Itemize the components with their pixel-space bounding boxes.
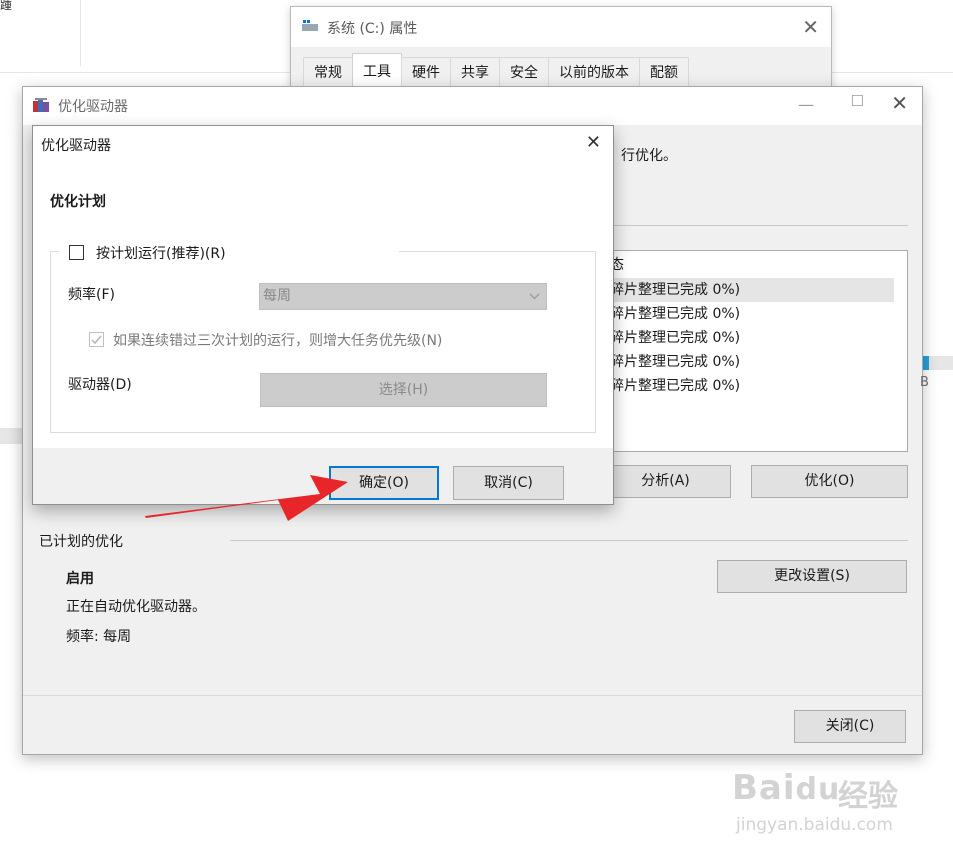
drives-status-list[interactable]: 态 碎片整理已完成 0%) 碎片整理已完成 0%) 碎片整理已完成 0%) 碎片… — [603, 250, 908, 452]
list-header: 态 — [610, 257, 624, 273]
run-on-schedule-checkbox[interactable] — [69, 245, 84, 260]
watermark-url: jingyan.baidu.com — [736, 815, 893, 835]
change-settings-button[interactable]: 更改设置(S) — [717, 560, 907, 593]
maximize-icon[interactable]: ☐ — [851, 92, 864, 110]
properties-title: 系统 (C:) 属性 — [327, 21, 418, 37]
tab-tools[interactable]: 工具 — [352, 53, 402, 89]
properties-tabs: 常规 工具 硬件 共享 安全 以前的版本 配额 — [303, 53, 689, 89]
tab-general[interactable]: 常规 — [303, 57, 353, 89]
bg-text-fragment: 踵 — [0, 0, 13, 12]
close-icon[interactable]: ✕ — [586, 132, 601, 153]
cancel-button[interactable]: 取消(C) — [453, 466, 564, 500]
scheduled-divider — [230, 540, 908, 541]
properties-window: 系统 (C:) 属性 ✕ 常规 工具 硬件 共享 安全 以前的版本 配额 — [290, 6, 832, 96]
properties-titlebar: 系统 (C:) 属性 ✕ — [291, 7, 831, 47]
tab-sharing[interactable]: 共享 — [450, 57, 500, 89]
watermark-logo: Baidu — [732, 768, 841, 808]
bg-progress-fill — [923, 356, 929, 370]
tab-security[interactable]: 安全 — [499, 57, 549, 89]
dialog-title: 优化驱动器 — [41, 138, 111, 154]
chevron-down-icon — [529, 293, 540, 300]
watermark-brand-cn: 经验 — [838, 779, 898, 814]
section-heading: 优化计划 — [50, 194, 106, 210]
footer-divider — [23, 695, 922, 696]
run-on-schedule-label: 按计划运行(推荐)(R) — [96, 246, 226, 262]
list-item[interactable]: 碎片整理已完成 0%) — [604, 326, 894, 350]
minimize-icon[interactable]: — — [798, 95, 814, 114]
list-item[interactable]: 碎片整理已完成 0%) — [604, 374, 894, 398]
frequency-label: 频率(F) — [68, 287, 115, 303]
optimize-window-title: 优化驱动器 — [58, 99, 128, 115]
optimize-schedule-dialog: 优化驱动器 ✕ 优化计划 按计划运行(推荐)(R) 频率(F) 每周 如果连续错… — [32, 125, 614, 505]
select-drives-button[interactable]: 选择(H) — [260, 373, 547, 407]
optimize-titlebar: 优化驱动器 — ☐ ✕ — [23, 87, 922, 125]
increase-priority-label: 如果连续错过三次计划的运行，则增大任务优先级(N) — [113, 333, 443, 349]
close-button[interactable]: 关闭(C) — [794, 710, 906, 743]
annotation-arrow — [145, 475, 348, 521]
tab-previous-versions[interactable]: 以前的版本 — [548, 57, 640, 89]
frequency-value: 每周 — [263, 288, 291, 304]
list-item[interactable]: 碎片整理已完成 0%) — [604, 302, 894, 326]
frequency-select[interactable]: 每周 — [259, 283, 547, 310]
list-item[interactable]: 碎片整理已完成 0%) — [604, 350, 894, 374]
schedule-description: 正在自动优化驱动器。 — [66, 599, 206, 615]
defrag-app-icon — [33, 98, 49, 112]
tab-hardware[interactable]: 硬件 — [401, 57, 451, 89]
analyze-button[interactable]: 分析(A) — [600, 465, 731, 498]
section-divider — [613, 225, 908, 226]
tab-quota[interactable]: 配额 — [639, 57, 689, 89]
close-icon[interactable]: ✕ — [891, 91, 908, 115]
optimize-button[interactable]: 优化(O) — [751, 465, 908, 498]
checkmark-icon — [91, 335, 102, 345]
side-text-fragment: B — [920, 375, 929, 390]
scheduled-heading: 已计划的优化 — [39, 534, 123, 550]
schedule-status: 启用 — [66, 571, 94, 587]
increase-priority-checkbox[interactable] — [89, 332, 104, 347]
drive-icon — [302, 20, 318, 31]
schedule-frequency: 频率: 每周 — [66, 629, 132, 645]
bg-scroll-fragment — [0, 428, 22, 444]
description-fragment: 行优化。 — [621, 148, 677, 164]
bg-divider-vertical — [80, 0, 81, 66]
bg-progress-fragment — [923, 356, 953, 370]
close-icon[interactable]: ✕ — [802, 15, 819, 39]
list-item[interactable]: 碎片整理已完成 0%) — [604, 278, 894, 302]
drives-label: 驱动器(D) — [68, 377, 132, 393]
